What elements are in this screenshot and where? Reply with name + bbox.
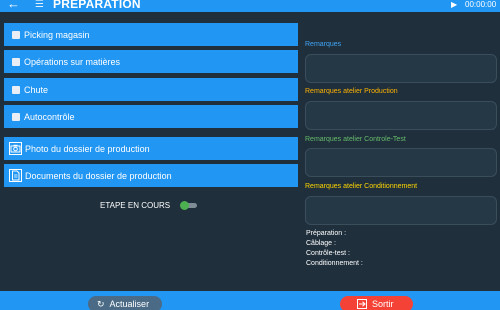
status-cablage: Câblage : [306, 240, 336, 247]
camera-icon [9, 142, 22, 155]
timer: 00:00:00 [465, 0, 497, 9]
documents-dossier-button[interactable]: Documents du dossier de production [4, 164, 298, 187]
etape-toggle[interactable] [180, 201, 197, 210]
remarques-conditionnement-input[interactable] [305, 196, 497, 225]
status-preparation: Préparation : [306, 230, 347, 237]
page-title: PREPARATION [53, 0, 141, 11]
remarques-label: Remarques [305, 41, 342, 48]
document-label: Documents du dossier de production [25, 170, 172, 181]
status-controle: Contrôle-test : [306, 250, 350, 257]
task-chute[interactable]: Chute [4, 78, 298, 101]
refresh-icon: ↻ [97, 298, 105, 309]
remarques-controle-input[interactable] [305, 148, 497, 177]
actualiser-button[interactable]: ↻ Actualiser [88, 296, 162, 310]
remarques-input[interactable] [305, 54, 497, 83]
checkbox[interactable] [12, 30, 20, 39]
task-operations-matieres[interactable]: Opérations sur matières [4, 50, 298, 73]
document-label: Photo du dossier de production [25, 143, 150, 154]
task-label: Chute [24, 84, 49, 95]
remarques-production-input[interactable] [305, 101, 497, 130]
checkbox[interactable] [12, 85, 20, 94]
remarques-conditionnement-label: Remarques atelier Conditionnement [305, 183, 418, 190]
task-label: Opérations sur matières [24, 56, 121, 67]
document-icon [9, 169, 22, 182]
remarques-controle-label: Remarques atelier Controle-Test [305, 136, 406, 143]
status-conditionnement: Conditionnement : [306, 260, 363, 267]
toggle-knob [180, 201, 189, 210]
top-bar: ← ☰ PREPARATION ▶ 00:00:00 [0, 0, 500, 12]
sortir-button[interactable]: Sortir [340, 296, 413, 310]
checkbox[interactable] [12, 112, 20, 121]
task-label: Autocontrôle [24, 111, 75, 122]
remarques-production-label: Remarques atelier Production [305, 88, 398, 95]
task-label: Picking magasin [24, 29, 90, 40]
task-picking-magasin[interactable]: Picking magasin [4, 23, 298, 46]
etape-label: ETAPE EN COURS [100, 201, 171, 210]
sortir-label: Sortir [372, 299, 394, 309]
exit-icon [357, 299, 367, 309]
checkbox[interactable] [12, 57, 20, 66]
actualiser-label: Actualiser [109, 299, 150, 309]
bottom-bar [0, 291, 500, 310]
sliders-icon[interactable]: ☰ [35, 0, 44, 10]
task-autocontrole[interactable]: Autocontrôle [4, 105, 298, 128]
arrow-left-icon[interactable]: ← [7, 0, 20, 11]
photo-dossier-button[interactable]: Photo du dossier de production [4, 137, 298, 160]
play-icon[interactable]: ▶ [451, 0, 457, 9]
